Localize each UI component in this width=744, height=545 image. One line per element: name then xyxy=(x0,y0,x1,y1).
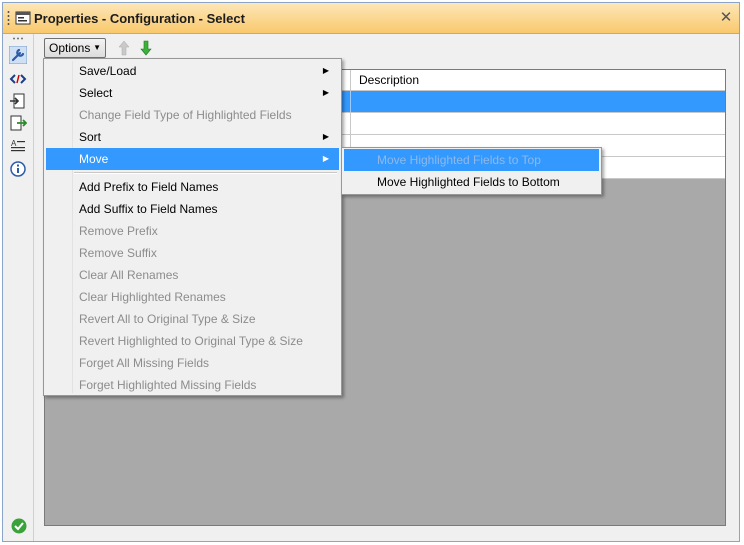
close-icon[interactable]: ✕ xyxy=(719,10,733,25)
menu-item-clear-highlighted-renames: Clear Highlighted Renames xyxy=(79,290,226,304)
menu-item-sort[interactable]: Sort ▶ xyxy=(46,126,339,148)
options-dropdown-button[interactable]: Options ▼ xyxy=(44,38,106,58)
options-label: Options xyxy=(49,41,91,55)
text-annotation-icon[interactable]: A xyxy=(9,137,27,155)
submenu-arrow-icon: ▶ xyxy=(322,132,329,141)
properties-icon xyxy=(15,11,31,25)
submenu-arrow-icon: ▶ xyxy=(322,88,329,97)
menu-item-revert-all: Revert All to Original Type & Size xyxy=(79,312,256,326)
submenu-arrow-icon: ▶ xyxy=(322,66,329,75)
menu-item-save-load[interactable]: Save/Load ▶ xyxy=(46,60,339,82)
column-header-description[interactable]: Description xyxy=(350,70,725,90)
title-bar[interactable]: Properties - Configuration - Select ✕ xyxy=(3,3,739,34)
menu-item-clear-all-renames: Clear All Renames xyxy=(79,268,179,282)
wrench-icon[interactable] xyxy=(9,46,27,64)
input-icon[interactable] xyxy=(9,92,27,110)
left-tool-strip: A xyxy=(3,34,34,541)
options-menu: Save/Load ▶ Select ▶ Change Field Type of … xyxy=(43,58,342,396)
chevron-down-icon: ▼ xyxy=(93,43,101,52)
menu-item-forget-all-missing: Forget All Missing Fields xyxy=(79,356,210,370)
checkmark-ok-icon xyxy=(11,518,27,534)
menu-item-move-to-bottom[interactable]: Move Highlighted Fields to Bottom xyxy=(344,171,599,193)
menu-item-forget-highlighted-missing: Forget Highlighted Missing Fields xyxy=(79,378,257,392)
xml-tags-icon[interactable] xyxy=(9,70,27,88)
title-grip[interactable] xyxy=(7,10,10,26)
move-submenu: Move Highlighted Fields to Top Move High… xyxy=(341,147,602,195)
window-title: Properties - Configuration - Select xyxy=(34,11,245,26)
menu-separator xyxy=(74,172,337,174)
menu-item-remove-suffix: Remove Suffix xyxy=(79,246,157,260)
strip-grip xyxy=(12,37,24,40)
move-down-arrow-icon[interactable] xyxy=(140,40,152,56)
menu-item-remove-prefix: Remove Prefix xyxy=(79,224,158,238)
output-icon[interactable] xyxy=(9,114,27,132)
menu-item-move[interactable]: Move ▶ xyxy=(46,148,339,170)
svg-text:A: A xyxy=(11,139,17,148)
menu-item-select[interactable]: Select ▶ xyxy=(46,82,339,104)
menu-item-add-prefix[interactable]: Add Prefix to Field Names xyxy=(46,176,339,198)
menu-item-change-field-type: Change Field Type of Highlighted Fields xyxy=(79,108,292,122)
menu-item-revert-highlighted: Revert Highlighted to Original Type & Si… xyxy=(79,334,303,348)
info-icon[interactable] xyxy=(9,160,27,178)
menu-item-add-suffix[interactable]: Add Suffix to Field Names xyxy=(46,198,339,220)
menu-item-move-to-top: Move Highlighted Fields to Top xyxy=(344,149,599,171)
move-up-arrow-icon[interactable] xyxy=(118,40,130,56)
submenu-arrow-icon: ▶ xyxy=(322,154,329,163)
